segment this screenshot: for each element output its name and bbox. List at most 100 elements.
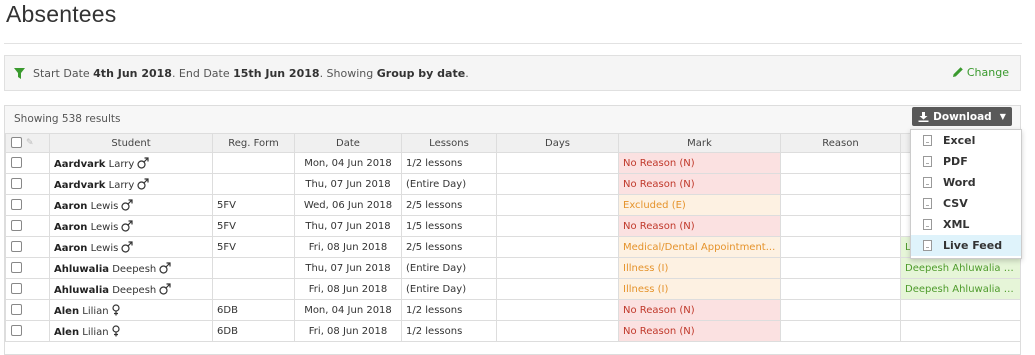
row-select-cell [5, 152, 50, 174]
row-checkbox[interactable] [11, 283, 22, 295]
days-cell [496, 215, 619, 237]
row-select-cell [5, 194, 50, 216]
table-header-row: ✎ Student Reg. Form Date Lessons Days Ma… [5, 133, 1020, 153]
filter-summary-text: Start Date 4th Jun 2018. End Date 15th J… [33, 67, 469, 80]
column-header-days[interactable]: Days [496, 133, 619, 153]
mark-cell[interactable]: No Reason (N) [618, 152, 781, 174]
word-file-icon [923, 177, 932, 188]
download-option-csv[interactable]: CSV [911, 193, 1021, 214]
column-header-date[interactable]: Date [294, 133, 402, 153]
days-cell [496, 152, 619, 174]
reason-cell[interactable] [780, 194, 901, 216]
student-cell[interactable]: Aaron Lewis [49, 194, 213, 216]
mark-cell[interactable]: Excluded (E) [618, 194, 781, 216]
reg-form-cell: 5FV [212, 236, 295, 258]
download-option-live-feed[interactable]: Live Feed [911, 235, 1021, 256]
table-row[interactable]: Aardvark Larry Thu, 07 Jun 2018 (Entire Da… [5, 173, 1020, 195]
female-gender-icon [112, 324, 120, 336]
student-cell[interactable]: Aardvark Larry [49, 152, 213, 174]
reason-cell[interactable] [780, 278, 901, 300]
column-header-reg-form[interactable]: Reg. Form [212, 133, 295, 153]
lessons-cell: 1/2 lessons [401, 320, 497, 342]
male-gender-icon [121, 219, 133, 232]
row-select-cell [5, 278, 50, 300]
table-row[interactable]: Aaron Lewis 5FV Wed, 06 Jun 2018 2/5 lesson… [5, 194, 1020, 216]
table-row[interactable]: Aaron Lewis 5FV Fri, 08 Jun 2018 2/5 lesson… [5, 236, 1020, 258]
row-select-cell [5, 215, 50, 237]
student-cell[interactable]: Aaron Lewis [49, 215, 213, 237]
row-checkbox[interactable] [11, 262, 22, 274]
lessons-cell: (Entire Day) [401, 257, 497, 279]
results-header: Showing 538 results [5, 106, 1020, 133]
days-cell [496, 299, 619, 321]
days-cell [496, 320, 619, 342]
download-option-xml[interactable]: XML [911, 214, 1021, 235]
reason-cell[interactable] [780, 257, 901, 279]
pencil-icon [952, 67, 963, 77]
mark-cell[interactable]: No Reason (N) [618, 320, 781, 342]
table-row[interactable]: Ahluwalia Deepesh Fri, 08 Jun 2018 (Entire… [5, 278, 1020, 300]
student-cell[interactable]: Alen Lilian [49, 320, 213, 342]
download-option-excel[interactable]: Excel [911, 130, 1021, 151]
download-button[interactable]: Download ▼ [912, 107, 1012, 126]
days-cell [496, 278, 619, 300]
table-row[interactable]: Aardvark Larry Mon, 04 Jun 2018 1/2 lesson… [5, 152, 1020, 174]
results-count: Showing 538 results [14, 113, 121, 125]
reason-cell[interactable] [780, 152, 901, 174]
table-row[interactable]: Ahluwalia Deepesh Thu, 07 Jun 2018 (Entire… [5, 257, 1020, 279]
student-cell[interactable]: Aardvark Larry [49, 173, 213, 195]
row-checkbox[interactable] [11, 241, 22, 253]
days-cell [496, 257, 619, 279]
date-cell: Thu, 07 Jun 2018 [294, 173, 402, 195]
row-checkbox[interactable] [11, 178, 22, 190]
mark-cell[interactable]: No Reason (N) [618, 299, 781, 321]
table-row[interactable]: Alen Lilian 6DB Fri, 08 Jun 2018 1/2 lesson… [5, 320, 1020, 342]
edit-icon: ✎ [26, 137, 34, 148]
mark-cell[interactable]: No Reason (N) [618, 215, 781, 237]
download-option-pdf[interactable]: PDF [911, 151, 1021, 172]
table-row[interactable]: Alen Lilian 6DB Mon, 04 Jun 2018 1/2 lesson… [5, 299, 1020, 321]
live-feed-icon [923, 240, 932, 251]
row-checkbox[interactable] [11, 304, 22, 316]
reason-cell[interactable] [780, 320, 901, 342]
mark-cell[interactable]: Illness (I) [618, 278, 781, 300]
row-checkbox[interactable] [11, 220, 22, 232]
reg-form-cell: 5FV [212, 215, 295, 237]
caret-down-icon: ▼ [999, 112, 1006, 121]
column-header-mark[interactable]: Mark [618, 133, 781, 153]
date-cell: Mon, 04 Jun 2018 [294, 152, 402, 174]
change-filter-link[interactable]: Change [952, 66, 1009, 79]
days-cell [496, 194, 619, 216]
reg-form-cell [212, 173, 295, 195]
date-cell: Wed, 06 Jun 2018 [294, 194, 402, 216]
select-all-checkbox[interactable] [11, 137, 22, 149]
reg-form-cell [212, 152, 295, 174]
reason-cell[interactable] [780, 236, 901, 258]
days-cell [496, 236, 619, 258]
row-checkbox[interactable] [11, 199, 22, 211]
mark-cell[interactable]: Medical/Dental Appointment... [618, 236, 781, 258]
select-all-header: ✎ [5, 133, 50, 153]
reason-cell[interactable] [780, 215, 901, 237]
row-select-cell [5, 257, 50, 279]
days-cell [496, 173, 619, 195]
mark-cell[interactable]: No Reason (N) [618, 173, 781, 195]
row-select-cell [5, 173, 50, 195]
column-header-student[interactable]: Student [49, 133, 213, 153]
student-cell[interactable]: Alen Lilian [49, 299, 213, 321]
mark-cell[interactable]: Illness (I) [618, 257, 781, 279]
reason-cell[interactable] [780, 173, 901, 195]
reason-cell[interactable] [780, 299, 901, 321]
column-header-reason[interactable]: Reason [780, 133, 901, 153]
column-header-lessons[interactable]: Lessons [401, 133, 497, 153]
download-option-word[interactable]: Word [911, 172, 1021, 193]
row-checkbox[interactable] [11, 157, 22, 169]
student-cell[interactable]: Ahluwalia Deepesh [49, 278, 213, 300]
absentees-table: ✎ Student Reg. Form Date Lessons Days Ma… [5, 133, 1020, 342]
grouping: Group by date [376, 67, 466, 80]
student-cell[interactable]: Aaron Lewis [49, 236, 213, 258]
male-gender-icon [159, 261, 171, 274]
row-checkbox[interactable] [11, 325, 22, 337]
student-cell[interactable]: Ahluwalia Deepesh [49, 257, 213, 279]
table-row[interactable]: Aaron Lewis 5FV Thu, 07 Jun 2018 1/5 lesson… [5, 215, 1020, 237]
